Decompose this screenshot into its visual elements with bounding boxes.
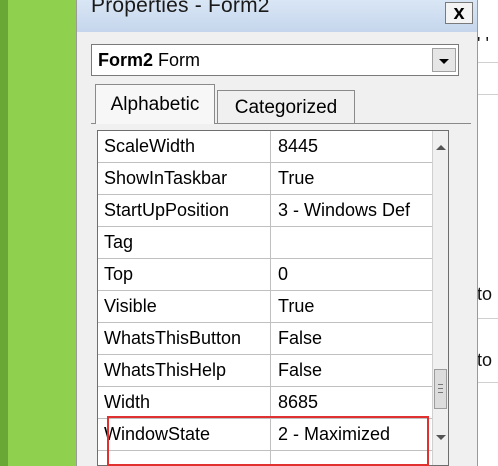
property-value[interactable]: True xyxy=(272,163,432,194)
property-value[interactable]: True xyxy=(272,291,432,322)
property-row[interactable]: ScaleWidth 8445 xyxy=(98,131,432,163)
property-row[interactable]: WhatsThisHelp False xyxy=(98,355,432,387)
property-row[interactable]: ShowInTaskbar True xyxy=(98,163,432,195)
grip-line xyxy=(438,392,443,393)
property-name-empty xyxy=(98,451,271,465)
window-title: Properties - Form2 xyxy=(91,0,270,17)
property-value[interactable]: False xyxy=(272,323,432,354)
arrow-down-icon xyxy=(436,434,446,440)
close-icon: x xyxy=(453,2,465,24)
property-row[interactable]: Visible True xyxy=(98,291,432,323)
property-value[interactable]: 0 xyxy=(272,259,432,290)
chevron-down-icon xyxy=(439,58,449,64)
grip-line xyxy=(438,384,443,385)
arrow-up-icon xyxy=(436,144,446,150)
screen: ' ' to to Properties - Form2 x Form2 For… xyxy=(0,0,498,466)
property-row-selected[interactable]: WindowState 2 - Maximized xyxy=(98,419,432,451)
property-name[interactable]: WindowState xyxy=(98,419,271,450)
property-value[interactable]: 8685 xyxy=(272,387,432,418)
property-row[interactable]: StartUpPosition 3 - Windows Def xyxy=(98,195,432,227)
title-bar[interactable]: Properties - Form2 x xyxy=(77,0,477,32)
properties-window: Properties - Form2 x Form2 Form Alphabet… xyxy=(76,0,478,466)
property-name[interactable]: WhatsThisButton xyxy=(98,323,271,354)
property-value[interactable]: False xyxy=(272,355,432,386)
property-value[interactable]: 2 - Maximized xyxy=(272,419,432,450)
close-button[interactable]: x xyxy=(445,2,473,24)
tab-alphabetic[interactable]: Alphabetic xyxy=(95,84,215,124)
left-edge-strip xyxy=(0,0,8,466)
property-value[interactable] xyxy=(272,227,432,258)
property-name[interactable]: ShowInTaskbar xyxy=(98,163,271,194)
code-divider xyxy=(477,62,498,63)
code-divider xyxy=(477,318,498,319)
vertical-scrollbar[interactable] xyxy=(432,131,448,465)
tab-categorized[interactable]: Categorized xyxy=(217,90,355,124)
property-row[interactable]: Top 0 xyxy=(98,259,432,291)
property-name[interactable]: StartUpPosition xyxy=(98,195,271,226)
property-name[interactable]: Top xyxy=(98,259,271,290)
object-selector-value: Form2 Form xyxy=(98,50,200,71)
code-fragment-mid1: to xyxy=(477,284,493,304)
ide-background-code: ' ' to to xyxy=(476,0,498,466)
property-value[interactable]: 8445 xyxy=(272,131,432,162)
property-name[interactable]: WhatsThisHelp xyxy=(98,355,271,386)
property-value[interactable]: 3 - Windows Def xyxy=(272,195,432,226)
code-fragment-mid2: to xyxy=(477,350,493,370)
object-selector[interactable]: Form2 Form xyxy=(91,44,459,76)
scroll-down-button[interactable] xyxy=(433,427,448,447)
property-grid: ScaleWidth 8445 ShowInTaskbar True Start… xyxy=(97,130,449,466)
code-fragment-top: ' ' xyxy=(477,34,489,54)
property-name[interactable]: Width xyxy=(98,387,271,418)
object-type: Form xyxy=(158,50,201,70)
property-row[interactable]: Tag xyxy=(98,227,432,259)
scroll-up-button[interactable] xyxy=(433,137,448,157)
code-divider xyxy=(477,94,498,95)
property-name[interactable]: Tag xyxy=(98,227,271,258)
property-name[interactable]: ScaleWidth xyxy=(98,131,271,162)
property-name[interactable]: Visible xyxy=(98,291,271,322)
object-selector-dropdown-button[interactable] xyxy=(432,48,456,72)
property-row-empty xyxy=(98,451,432,465)
property-value-empty xyxy=(272,451,432,465)
property-row[interactable]: WhatsThisButton False xyxy=(98,323,432,355)
grip-line xyxy=(438,388,443,389)
property-row[interactable]: Width 8685 xyxy=(98,387,432,419)
object-name: Form2 xyxy=(98,50,154,70)
scrollbar-thumb[interactable] xyxy=(434,369,447,409)
code-divider xyxy=(477,382,498,383)
